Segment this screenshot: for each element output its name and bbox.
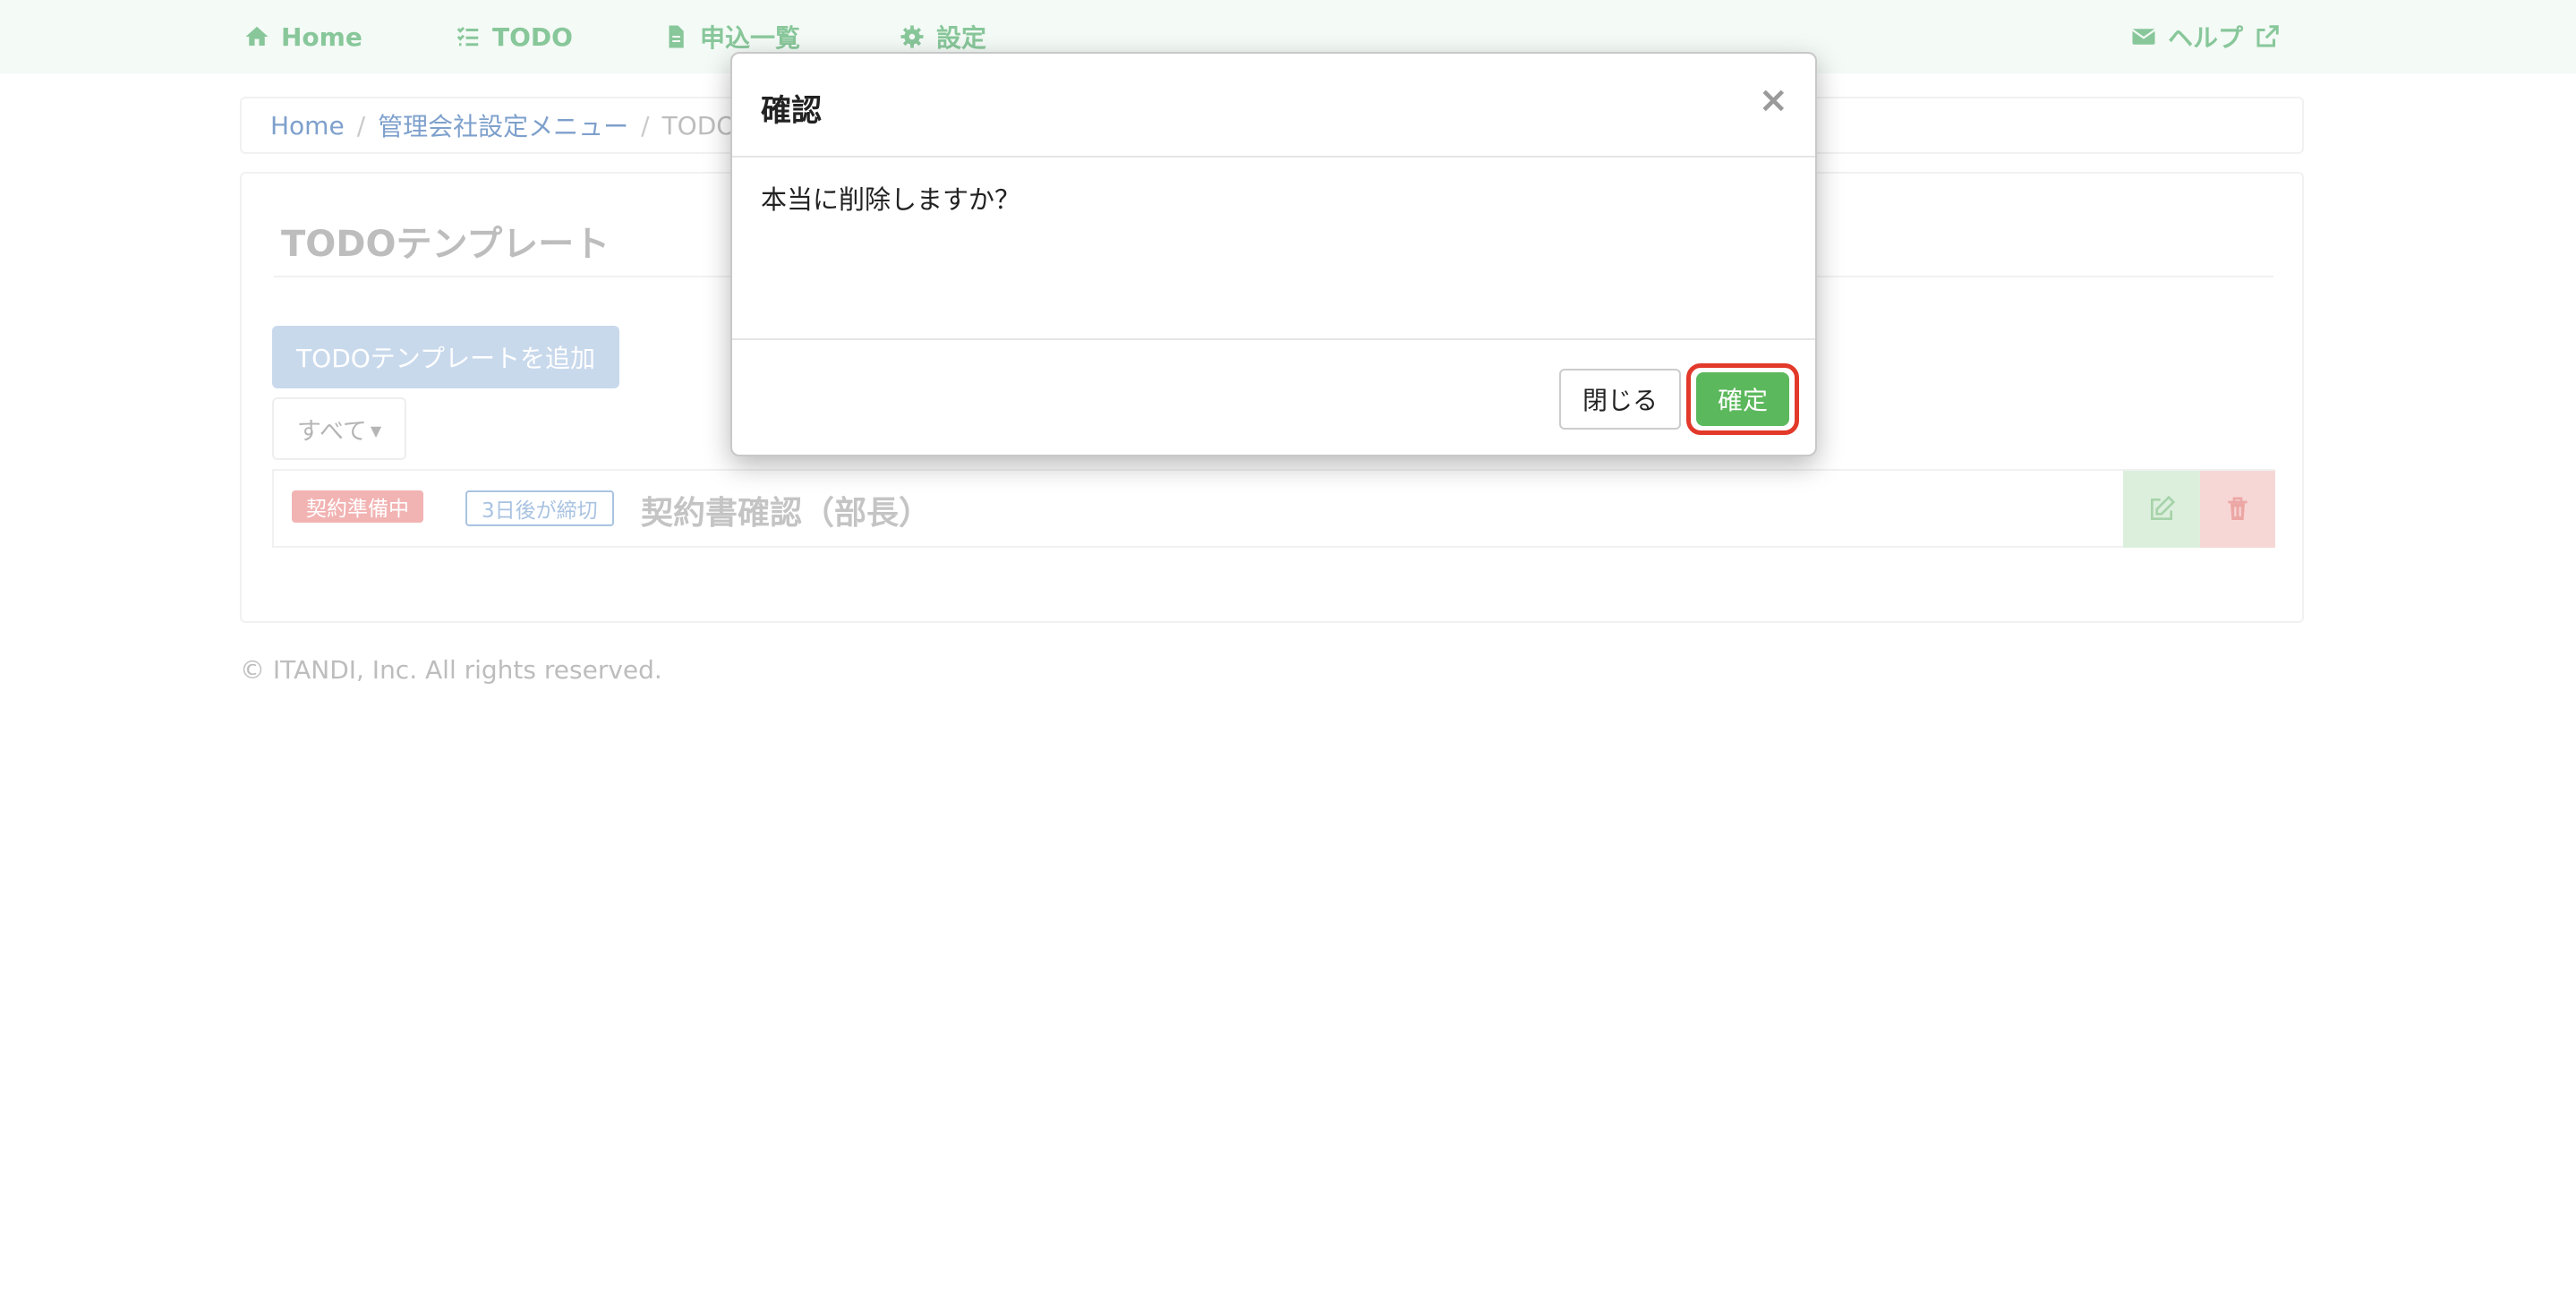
- confirm-button[interactable]: 確定: [1696, 372, 1789, 426]
- close-button[interactable]: 閉じる: [1559, 369, 1681, 430]
- confirm-button-highlight: 確定: [1686, 363, 1799, 435]
- confirm-dialog: 確認 × 本当に削除しますか？ 閉じる 確定: [730, 52, 1817, 456]
- dialog-title: 確認: [761, 93, 822, 129]
- dialog-footer-divider: [732, 338, 1815, 340]
- close-icon[interactable]: ×: [1758, 82, 1788, 118]
- page: Home TODO 申込一覧 設定 ヘルプ Home / 管理会社設定メニュー …: [0, 0, 2576, 1312]
- dialog-header: 確認 ×: [732, 54, 1815, 158]
- dialog-message: 本当に削除しますか？: [761, 184, 1021, 215]
